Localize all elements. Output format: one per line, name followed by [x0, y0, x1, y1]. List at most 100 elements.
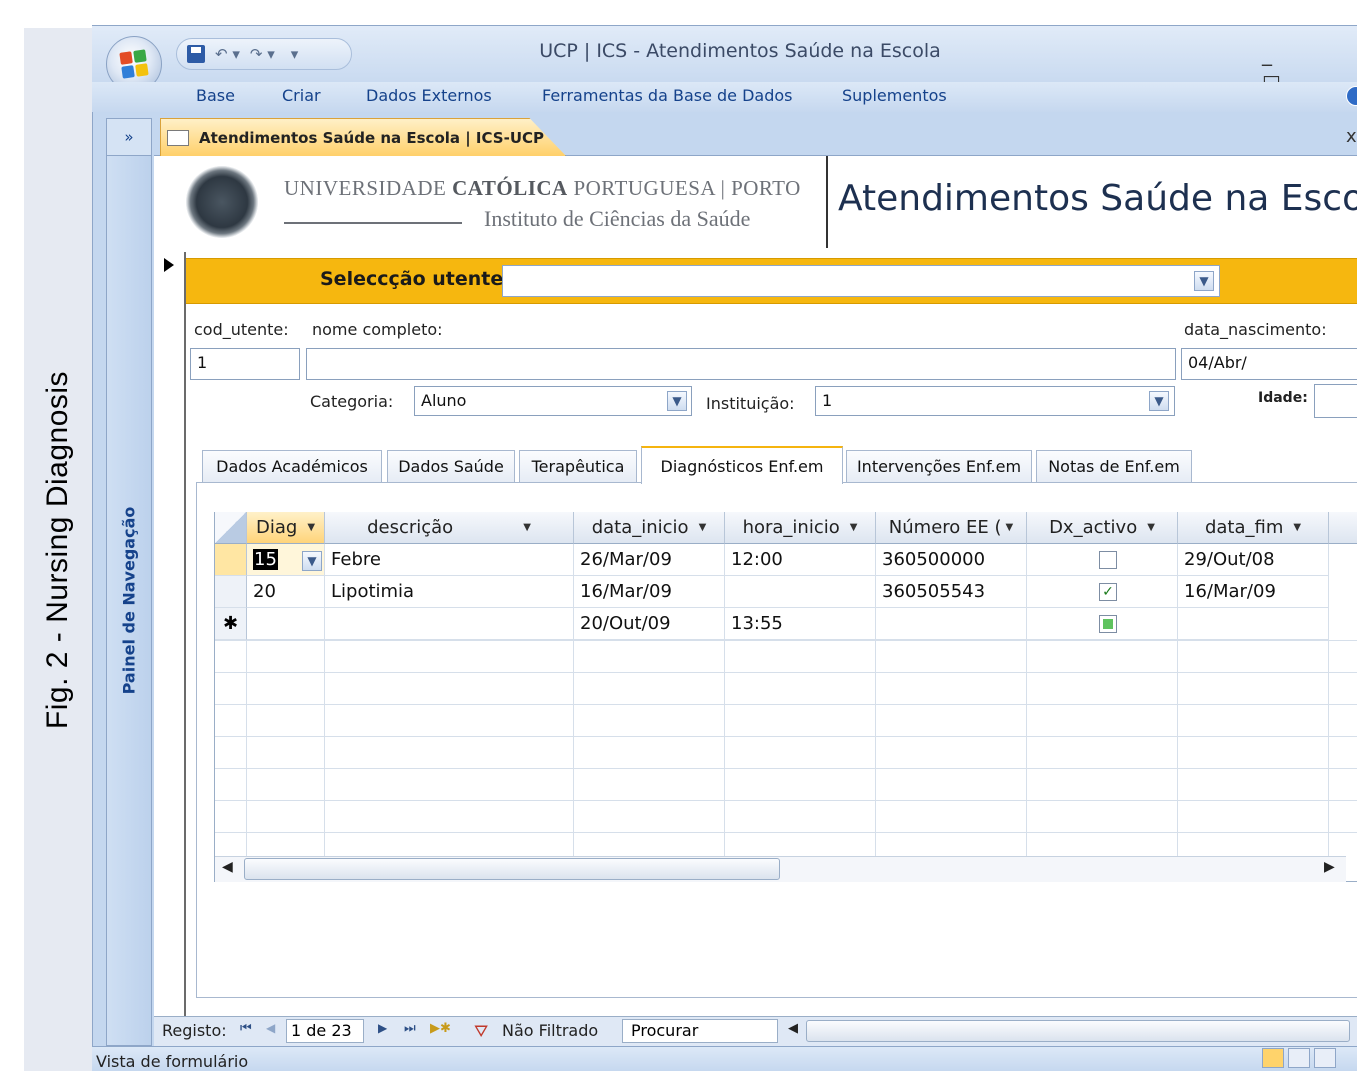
nome-completo-field[interactable] [306, 348, 1176, 380]
next-record-icon[interactable]: ▶ [378, 1021, 387, 1035]
col-numero-ee[interactable]: Número EE (▼ [876, 512, 1027, 544]
col-descricao[interactable]: descrição ▼ [325, 512, 574, 544]
tab-intervencoes[interactable]: Intervenções Enf.em [846, 450, 1032, 482]
instituicao-label: Instituição: [706, 394, 795, 413]
first-record-icon[interactable]: ⏮ [240, 1021, 252, 1036]
col-dx-activo-sort-icon[interactable]: ▼ [1147, 522, 1155, 533]
status-text: Vista de formulário [96, 1052, 249, 1071]
navigation-pane[interactable]: Painel de Navegação [106, 156, 152, 1046]
customize-icon[interactable]: ▾ [291, 45, 299, 63]
table-row-numero-ee[interactable]: 360500000 [876, 544, 1027, 576]
col-hora-inicio-label: hora_inicio [742, 517, 840, 538]
scroll-left-icon[interactable]: ◀ [222, 859, 233, 875]
search-input[interactable]: Procurar [622, 1019, 778, 1043]
table-row-data-inicio[interactable]: 26/Mar/09 [574, 544, 725, 576]
cod-utente-field[interactable]: 1 [190, 348, 300, 380]
table-row-data-fim[interactable]: 29/Out/08 [1178, 544, 1329, 576]
table-row-data-inicio[interactable]: 20/Out/09 [574, 608, 725, 640]
design-view-icon[interactable] [1314, 1048, 1336, 1068]
tab-dados-academicos[interactable]: Dados Académicos [202, 450, 382, 482]
new-record-icon[interactable]: ▶✱ [430, 1021, 451, 1036]
previous-record-icon[interactable]: ◀ [266, 1021, 275, 1035]
diag-dropdown-icon[interactable]: ▼ [302, 551, 322, 571]
table-row-data-fim[interactable] [1178, 608, 1329, 640]
document-tab[interactable]: Atendimentos Saúde na Escola | ICS-UCP [160, 118, 566, 156]
col-data-fim-label: data_fim [1204, 517, 1284, 538]
table-row-dx-activo[interactable] [1027, 544, 1178, 576]
university-name-b: CATÓLICA [452, 176, 568, 200]
row-selector[interactable] [215, 544, 247, 576]
col-hora-inicio-sort-icon[interactable]: ▼ [850, 522, 858, 533]
save-icon[interactable] [187, 45, 205, 63]
select-all-corner[interactable] [215, 512, 247, 544]
col-data-fim[interactable]: data_fim ▼ [1178, 512, 1329, 544]
tab-dados-saude[interactable]: Dados Saúde [387, 450, 515, 482]
figure-caption-text: Fig. 2 - Nursing Diagnosis [41, 370, 75, 729]
last-record-icon[interactable]: ⏭ [404, 1021, 416, 1036]
table-row-descricao[interactable]: Febre [325, 544, 574, 576]
record-selector[interactable] [154, 252, 186, 1016]
table-row-dx-activo[interactable] [1027, 608, 1178, 640]
current-record-field[interactable]: 1 de 23 [286, 1019, 364, 1043]
col-diag-sort-icon[interactable]: ▼ [307, 522, 315, 533]
table-row-hora-inicio[interactable]: 12:00 [725, 544, 876, 576]
menu-ferramentas[interactable]: Ferramentas da Base de Dados [542, 86, 793, 105]
col-descricao-sort-icon[interactable]: ▼ [523, 522, 531, 533]
tab-terapeutica[interactable]: Terapêutica [519, 450, 637, 482]
form-horizontal-scrollbar[interactable] [806, 1020, 1350, 1042]
filter-icon[interactable]: ⛛ [474, 1022, 488, 1042]
datasheet-view-icon[interactable] [1288, 1048, 1310, 1068]
menu-criar[interactable]: Criar [282, 86, 321, 105]
patient-select-combo[interactable] [502, 265, 1220, 297]
table-row-data-fim[interactable]: 16/Mar/09 [1178, 576, 1329, 608]
col-data-inicio[interactable]: data_inicio ▼ [574, 512, 725, 544]
tab-diagnosticos[interactable]: Diagnósticos Enf.em [641, 446, 843, 484]
nav-pane-toggle[interactable]: » [106, 118, 152, 156]
dx-activo-checkbox[interactable] [1099, 550, 1117, 569]
dx-activo-checkbox-checked[interactable]: ✓ [1099, 582, 1117, 601]
table-row-data-inicio[interactable]: 16/Mar/09 [574, 576, 725, 608]
col-dx-activo[interactable]: Dx_activo ▼ [1027, 512, 1178, 544]
col-hora-inicio[interactable]: hora_inicio ▼ [725, 512, 876, 544]
table-row-descricao[interactable] [325, 608, 574, 640]
grid-line [215, 640, 1357, 641]
menu-dados-externos[interactable]: Dados Externos [366, 86, 492, 105]
table-row-descricao[interactable]: Lipotimia [325, 576, 574, 608]
data-nascimento-field[interactable]: 04/Abr/ [1181, 348, 1357, 380]
form-scroll-left-icon[interactable]: ◀ [788, 1021, 798, 1036]
col-diag[interactable]: Diag ▼ [247, 512, 325, 544]
current-record-arrow-icon [164, 258, 174, 272]
table-row-hora-inicio[interactable] [725, 576, 876, 608]
cod-utente-label: cod_utente: [194, 320, 289, 339]
menu-base[interactable]: Base [196, 86, 235, 105]
menu-suplementos[interactable]: Suplementos [842, 86, 947, 105]
table-row-numero-ee[interactable] [876, 608, 1027, 640]
table-row-hora-inicio[interactable]: 13:55 [725, 608, 876, 640]
close-document-icon[interactable]: x [1346, 126, 1357, 147]
patient-select-dropdown-icon[interactable]: ▼ [1194, 271, 1214, 291]
dx-activo-checkbox-default[interactable] [1099, 614, 1117, 633]
instituicao-combo[interactable]: 1 [815, 386, 1175, 416]
table-row-dx-activo[interactable]: ✓ [1027, 576, 1178, 608]
table-row-numero-ee[interactable]: 360505543 [876, 576, 1027, 608]
instituicao-dropdown-icon[interactable]: ▼ [1149, 391, 1169, 411]
col-data-inicio-sort-icon[interactable]: ▼ [699, 522, 707, 533]
categoria-label: Categoria: [310, 392, 394, 411]
categoria-combo[interactable]: Aluno [414, 386, 692, 416]
table-row-diag[interactable]: 20 [247, 576, 325, 608]
scroll-right-icon[interactable]: ▶ [1324, 859, 1335, 875]
table-row-diag[interactable] [247, 608, 325, 640]
col-data-fim-sort-icon[interactable]: ▼ [1293, 522, 1301, 533]
redo-icon[interactable]: ↷ ▾ [250, 45, 275, 63]
filter-status-button[interactable]: Não Filtrado [502, 1021, 598, 1040]
idade-field[interactable] [1314, 384, 1357, 418]
col-numero-ee-sort-icon[interactable]: ▼ [1006, 522, 1014, 533]
grid-scroll-thumb[interactable] [244, 858, 780, 880]
tab-notas[interactable]: Notas de Enf.em [1036, 450, 1192, 482]
figure-caption: Fig. 2 - Nursing Diagnosis [24, 28, 92, 1071]
categoria-dropdown-icon[interactable]: ▼ [667, 391, 687, 411]
form-view-icon[interactable] [1262, 1048, 1284, 1068]
undo-icon[interactable]: ↶ ▾ [215, 45, 240, 63]
row-selector[interactable] [215, 576, 247, 608]
new-record-marker-icon[interactable]: ✱ [215, 608, 247, 640]
